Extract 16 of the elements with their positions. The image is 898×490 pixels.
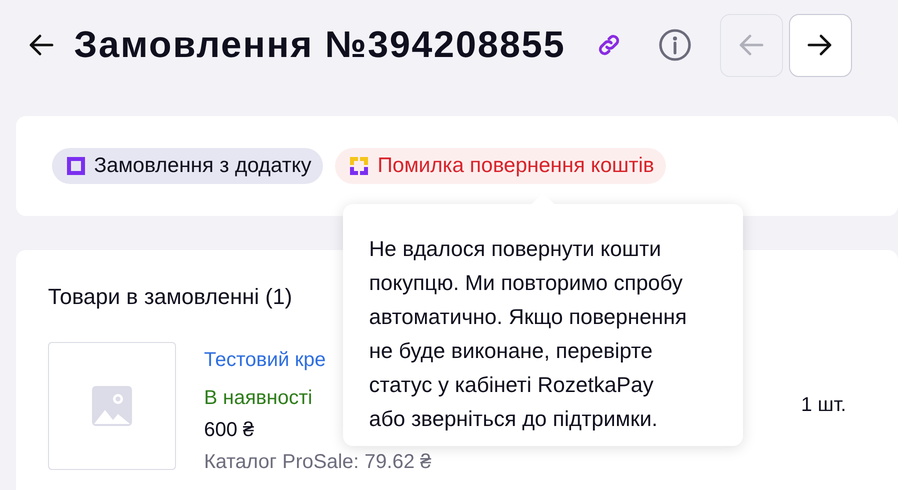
catalog-price-text: Каталог ProSale: 79.62 ₴ [204, 450, 432, 475]
section-title: Товари в замовленні (1) [48, 284, 292, 310]
status-badge: Замовлення з додатку [52, 148, 324, 184]
back-arrow-icon[interactable] [28, 34, 54, 56]
next-button[interactable] [788, 14, 852, 76]
availability-text: В наявності [204, 386, 312, 411]
status-badge: Помилка повернення коштів [335, 148, 666, 184]
product-link[interactable]: Тестовий кре [204, 344, 326, 376]
left-arrow-icon [738, 34, 764, 56]
price-text: 600 ₴ [204, 418, 254, 443]
right-arrow-icon [807, 34, 834, 56]
info-icon[interactable] [658, 28, 692, 62]
image-icon [92, 386, 132, 426]
page-title: Замовлення №394208855 [74, 24, 566, 66]
tooltip-text: Не вдалося повернути кошти покупцю. Ми повторимо спробу автоматично. Якщо повернення не буде виконане, перевірте статус у кабінеті RozetkaPay або зверніться до підтримки. [369, 236, 688, 433]
quantity-text: 1 шт. [801, 394, 846, 417]
